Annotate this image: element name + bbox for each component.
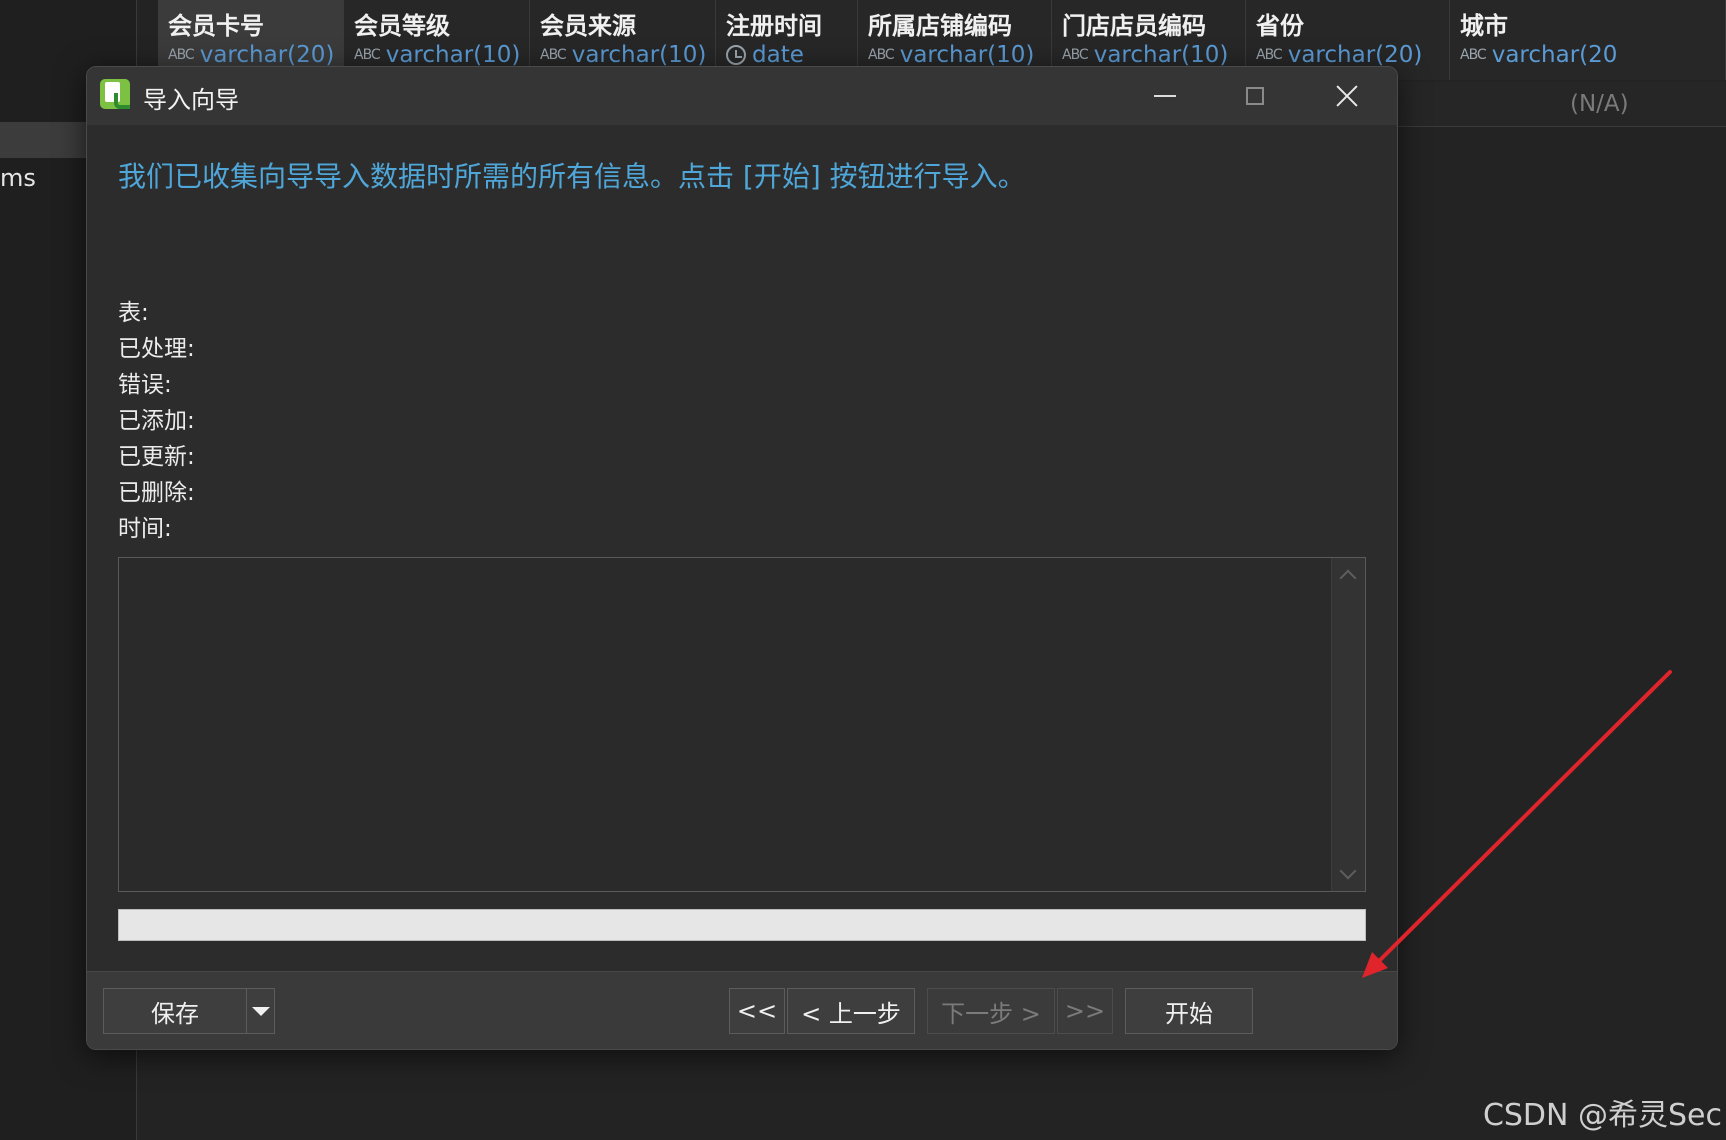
import-log-textarea[interactable] [118, 557, 1366, 892]
stat-time-label: 时间: [118, 516, 172, 542]
annotation-arrow [1362, 670, 1672, 978]
stat-deleted-label: 已删除: [118, 480, 195, 506]
table-cell[interactable]: (N/A) [1560, 82, 1726, 126]
column-type: ABC varchar(20 [1460, 42, 1617, 68]
save-button[interactable]: 保存 [104, 989, 247, 1033]
column-type: ABC varchar(10) [540, 42, 706, 68]
close-button[interactable] [1307, 67, 1387, 125]
column-type-label: varchar(20) [199, 42, 335, 68]
column-name: 会员等级 [354, 12, 450, 40]
stat-errors-label: 错误: [118, 372, 172, 398]
abc-icon: ABC [1256, 47, 1283, 63]
maximize-icon [1246, 87, 1264, 105]
column-type: ABC varchar(20) [168, 42, 334, 68]
scroll-up-icon[interactable] [1339, 569, 1357, 587]
abc-icon: ABC [354, 47, 381, 63]
column-type: ABC varchar(10) [868, 42, 1034, 68]
column-type: date [726, 42, 804, 68]
clock-icon [726, 45, 746, 65]
import-wizard-dialog: 导入向导 我们已收集向导导入数据时所需的所有信息。点击 [开始] 按钮进行导入。… [86, 66, 1398, 1050]
abc-icon: ABC [1460, 47, 1487, 63]
screen: ms 会员卡号 ABC varchar(20) 会员等级 ABC varchar… [0, 0, 1726, 1140]
column-type-label: varchar(10) [899, 42, 1035, 68]
abc-icon: ABC [868, 47, 895, 63]
save-split-button: 保存 [103, 988, 275, 1034]
import-progress-bar [118, 909, 1366, 941]
column-type-label: date [752, 42, 804, 68]
watermark: CSDN @希灵Sec [1482, 1098, 1722, 1133]
close-icon [1335, 84, 1359, 108]
table-row[interactable]: /A) (N/A) [1350, 82, 1726, 127]
import-wizard-app-icon [100, 79, 130, 109]
next-button[interactable]: 下一步 > [927, 988, 1055, 1034]
column-type-label: varchar(10) [1093, 42, 1229, 68]
dialog-footer: 保存 << < 上一步 下一步 > >> 开始 [87, 971, 1397, 1049]
dialog-title: 导入向导 [143, 86, 239, 114]
minimize-button[interactable] [1125, 67, 1205, 125]
back-button[interactable]: < 上一步 [787, 988, 915, 1034]
column-type: ABC varchar(10) [1062, 42, 1228, 68]
column-type: ABC varchar(10) [354, 42, 520, 68]
first-step-button[interactable]: << [729, 988, 785, 1034]
column-type: ABC varchar(20) [1256, 42, 1422, 68]
save-dropdown-button[interactable] [247, 989, 274, 1033]
abc-icon: ABC [168, 47, 195, 63]
column-name: 城市 [1460, 12, 1508, 40]
column-type-label: varchar(20 [1491, 42, 1618, 68]
column-type-label: varchar(20) [1287, 42, 1423, 68]
column-type-label: varchar(10) [385, 42, 521, 68]
maximize-button[interactable] [1215, 67, 1295, 125]
column-name: 会员卡号 [168, 12, 264, 40]
column-name: 门店店员编码 [1062, 12, 1206, 40]
start-button[interactable]: 开始 [1125, 988, 1253, 1034]
stat-updated-label: 已更新: [118, 444, 195, 470]
stat-table-label: 表: [118, 300, 149, 326]
stat-processed-label: 已处理: [118, 336, 195, 362]
stat-added-label: 已添加: [118, 408, 195, 434]
column-header-city[interactable]: 城市 ABC varchar(20 [1450, 0, 1726, 80]
nav-item[interactable]: ms [0, 164, 36, 192]
column-name: 会员来源 [540, 12, 636, 40]
column-name: 省份 [1256, 12, 1304, 40]
chevron-down-icon [251, 1006, 270, 1016]
column-type-label: varchar(10) [571, 42, 707, 68]
column-name: 注册时间 [726, 12, 822, 40]
last-step-button[interactable]: >> [1057, 988, 1113, 1034]
minimize-icon [1154, 95, 1176, 97]
abc-icon: ABC [1062, 47, 1089, 63]
info-message: 我们已收集向导导入数据时所需的所有信息。点击 [开始] 按钮进行导入。 [118, 160, 1026, 193]
dialog-titlebar[interactable]: 导入向导 [87, 67, 1397, 125]
abc-icon: ABC [540, 47, 567, 63]
column-name: 所属店铺编码 [868, 12, 1012, 40]
import-stats: 表: 已处理: 错误: 已添加: 已更新: 已删除: 时间: [118, 295, 195, 547]
arrow-line [1368, 670, 1672, 972]
